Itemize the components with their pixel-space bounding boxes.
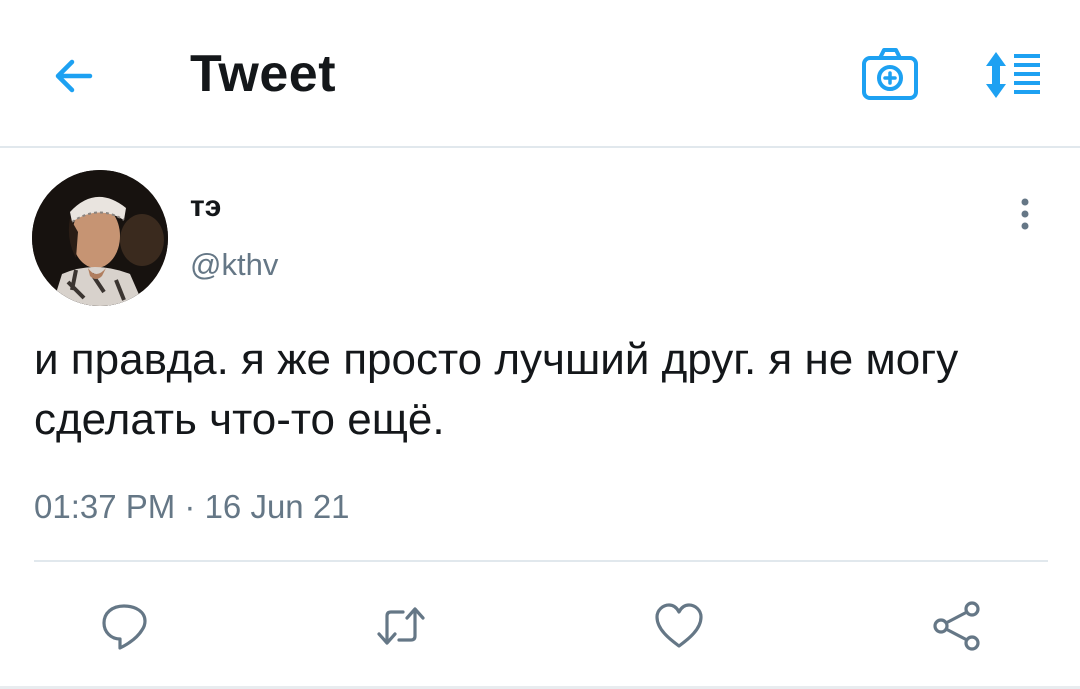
like-button[interactable] — [653, 600, 705, 652]
sort-button[interactable] — [984, 48, 1042, 102]
display-name[interactable]: тэ — [190, 190, 221, 224]
profile-photo — [32, 170, 168, 306]
back-arrow-icon — [55, 59, 93, 93]
share-icon — [933, 601, 980, 651]
tweet-timestamp: 01:37 PM · 16 Jun 21 — [34, 488, 350, 525]
back-button[interactable] — [50, 52, 98, 100]
sort-list-icon — [986, 52, 1040, 98]
more-vertical-icon — [1021, 198, 1029, 230]
app-header: Tweet — [0, 0, 1080, 148]
tweet-text: и правда. я же просто лучший друг. я не … — [34, 335, 959, 444]
camera-add-icon — [862, 48, 918, 100]
heart-icon — [655, 603, 703, 648]
divider — [34, 560, 1048, 562]
retweet-icon — [377, 607, 425, 645]
retweet-button[interactable] — [375, 600, 427, 652]
page-title: Tweet — [190, 45, 337, 103]
camera-button[interactable] — [860, 46, 920, 102]
more-options-button[interactable] — [1012, 196, 1038, 236]
reply-icon — [102, 604, 147, 650]
user-handle[interactable]: @kthv — [190, 246, 278, 284]
avatar[interactable] — [32, 170, 168, 306]
share-button[interactable] — [930, 600, 982, 652]
reply-button[interactable] — [98, 600, 150, 652]
